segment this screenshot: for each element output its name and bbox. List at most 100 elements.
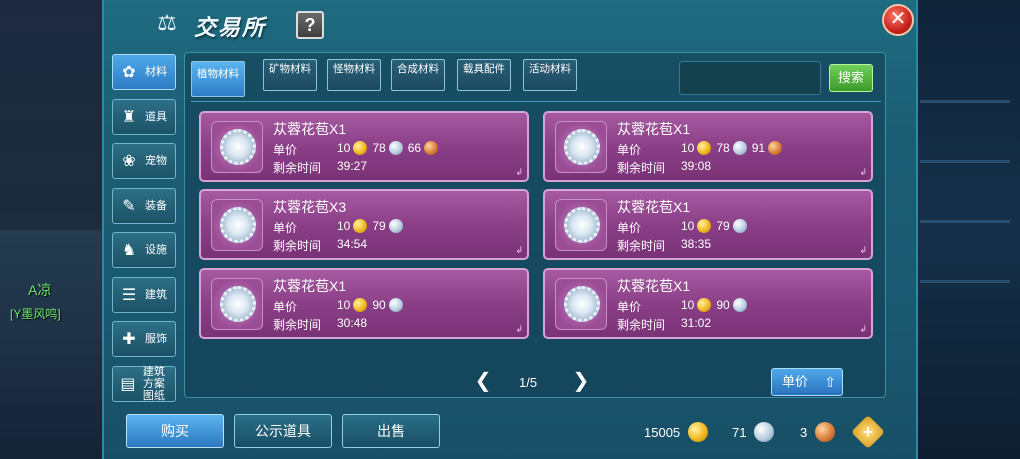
gold-balance-value: 15005 [644,424,681,440]
time-left-value: 39:08 [681,159,712,173]
item-icon [211,121,263,173]
silver-coin-icon [732,219,747,233]
price-row: 单价 10 78 91 [617,141,783,158]
scale-icon: ⚖ [157,10,177,35]
sort-label: 单价 [782,374,809,389]
flower-bud-icon [220,207,256,243]
time-row: 剩余时间 38:35 [617,237,711,254]
tab-monster-materials[interactable]: 怪物材料 [327,59,381,91]
item-name: 苁蓉花苞X1 [617,199,691,215]
copper-amount: 66 [407,141,422,155]
copper-balance-value: 3 [800,424,808,440]
sort-by-price-button[interactable]: 单价 ⇧ [771,368,843,396]
gold-amount: 10 [337,298,351,312]
listing-card[interactable]: 苁蓉花苞X1 单价 10 90 剩余时间 31:02 ↲ [543,268,873,339]
tab-crafted-materials[interactable]: 合成材料 [391,59,445,91]
flower-bud-icon [220,129,256,165]
next-page-button[interactable]: ❯ [571,371,591,391]
sidebar-item-materials[interactable]: ✿ 材料 [112,54,176,90]
sidebar-item-clothing[interactable]: ✚ 服饰 [112,321,176,357]
gold-coin-icon [353,298,368,312]
gold-coin-icon [697,219,712,233]
flower-bud-icon [564,286,600,322]
flower-bud-icon [220,286,256,322]
time-row: 剩余时间 34:54 [273,237,367,254]
bottom-bar: 购买 公示道具 出售 15005 71 3 + [104,404,916,459]
flask-icon: ♜ [121,108,137,126]
clothing-icon: ✚ [122,331,136,348]
gold-coin-icon [697,141,712,155]
listing-card[interactable]: 苁蓉花苞X1 单价 10 78 91 剩余时间 39:08 ↲ [543,111,873,182]
category-sidebar: ✿ 材料 ♜ 道具 ❀ 宠物 ✎ 装备 ♞ 设施 ☰ 建筑 ✚ 服饰 ▤ 建筑方 [112,54,178,410]
silver-amount: 79 [372,219,386,233]
tab-plant-materials[interactable]: 植物材料 [191,61,245,97]
building-icon: ☰ [121,286,137,304]
gold-coin-icon [697,298,712,312]
close-button[interactable]: ✕ [882,4,914,36]
time-left-label: 剩余时间 [617,239,666,253]
tab-event-materials[interactable]: 活动材料 [523,59,577,91]
sword-icon: ✎ [122,197,136,215]
listing-card[interactable]: 苁蓉花苞X3 单价 10 79 剩余时间 34:54 ↲ [199,189,529,260]
corner-arrow-icon: ↲ [859,245,867,255]
copper-coin-icon [768,141,783,155]
item-name: 苁蓉花苞X1 [617,278,691,294]
sidebar-item-label: 道具 [145,110,167,123]
add-currency-button[interactable]: + [851,415,885,449]
sidebar-item-label: 宠物 [145,155,167,167]
sidebar-item-equipment[interactable]: ✎ 装备 [112,187,176,224]
tab-mineral-materials[interactable]: 矿物材料 [263,59,317,91]
copper-balance: 3 [800,422,838,442]
tab-divider [191,101,881,102]
prev-page-button[interactable]: ❮ [473,371,493,391]
time-left-value: 31:02 [681,316,712,330]
silver-balance-value: 71 [732,424,747,440]
horse-icon: ♞ [121,242,137,259]
blueprint-icon: ▤ [120,375,136,393]
time-row: 剩余时间 31:02 [617,316,711,333]
listing-card[interactable]: 苁蓉花苞X1 单价 10 78 66 剩余时间 39:27 ↲ [199,111,529,182]
search-input[interactable] [679,61,821,95]
copper-coin-icon [424,141,439,155]
corner-arrow-icon: ↲ [515,245,523,255]
gold-amount: 10 [681,141,695,155]
sidebar-item-label: 建筑 [145,288,167,301]
silver-coin-icon [388,141,403,155]
item-icon [211,278,263,330]
price-label: 单价 [273,221,298,235]
listing-card[interactable]: 苁蓉花苞X1 单价 10 90 剩余时间 30:48 ↲ [199,268,529,339]
price-row: 单价 10 90 [617,298,747,315]
public-items-button[interactable]: 公示道具 [234,414,332,448]
price-row: 单价 10 79 [617,219,747,236]
tab-vehicle-parts[interactable]: 载具配件 [457,59,511,91]
help-button[interactable]: ? [296,11,324,39]
corner-arrow-icon: ↲ [515,324,523,334]
page-indicator: 1/5 [519,375,538,390]
time-left-value: 39:27 [337,159,368,173]
player-guild: [Y墨风鸣] [10,307,61,321]
listing-card[interactable]: 苁蓉花苞X1 单价 10 79 剩余时间 38:35 ↲ [543,189,873,260]
paw-icon: ❀ [122,153,136,170]
price-label: 单价 [273,143,298,157]
time-row: 剩余时间 30:48 [273,316,367,333]
search-button[interactable]: 搜索 [829,64,873,92]
sidebar-item-blueprints[interactable]: ▤ 建筑方案图纸 [112,365,176,402]
buy-button[interactable]: 购买 [126,414,224,448]
sell-button[interactable]: 出售 [342,414,440,448]
silver-amount: 78 [716,141,730,155]
flower-bud-icon [564,207,600,243]
item-icon [555,199,607,251]
flower-bud-icon [564,129,600,165]
silver-amount: 90 [372,298,386,312]
time-left-label: 剩余时间 [617,318,666,332]
sidebar-item-pets[interactable]: ❀ 宠物 [112,143,176,179]
gold-coin-icon [353,141,368,155]
silver-coin-icon [732,141,747,155]
item-name: 苁蓉花苞X1 [617,121,691,137]
time-left-value: 38:35 [681,237,712,251]
copper-coin-icon [815,422,836,442]
price-row: 单价 10 79 [273,219,403,236]
sidebar-item-facilities[interactable]: ♞ 设施 [112,232,176,268]
sidebar-item-buildings[interactable]: ☰ 建筑 [112,276,176,313]
sidebar-item-items[interactable]: ♜ 道具 [112,98,176,135]
